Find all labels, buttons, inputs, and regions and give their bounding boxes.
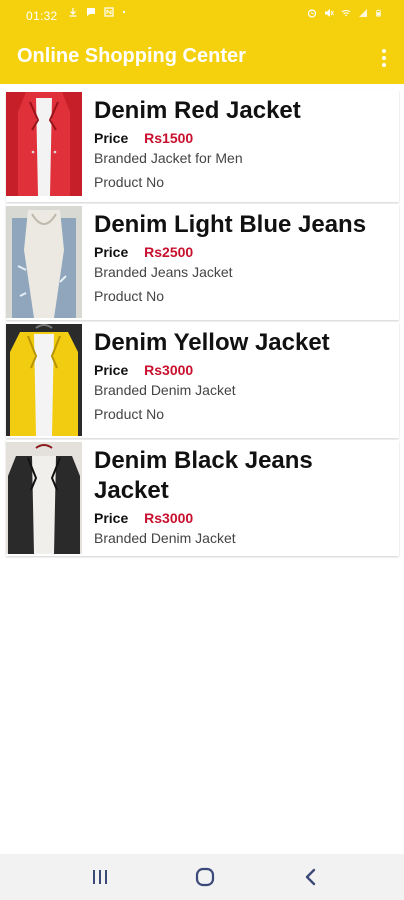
price-line: Price Rs2500	[94, 244, 391, 260]
price-label: Price	[94, 510, 129, 526]
product-number: Product No	[94, 406, 165, 422]
message-icon	[87, 8, 95, 16]
product-card[interactable]: Denim Red Jacket Price Rs1500 Branded Ja…	[6, 90, 399, 202]
home-icon[interactable]	[193, 866, 217, 888]
alarm-icon	[307, 9, 317, 18]
price-label: Price	[94, 362, 129, 378]
product-number: Product No	[94, 174, 165, 190]
price-value: Rs3000	[144, 510, 194, 526]
product-card[interactable]: Denim Yellow Jacket Price Rs3000 Branded…	[6, 322, 399, 438]
product-image	[6, 92, 82, 196]
product-info: Denim Red Jacket Price Rs1500 Branded Ja…	[94, 96, 391, 190]
product-name: Denim Yellow Jacket	[94, 329, 330, 356]
price-label: Price	[94, 244, 129, 260]
product-description: Branded Denim Jacket	[94, 530, 236, 546]
price-value: Rs3000	[144, 362, 194, 378]
product-image	[6, 206, 82, 318]
product-image	[6, 324, 82, 436]
dot-icon	[122, 10, 126, 14]
product-name: Denim Red Jacket	[94, 97, 301, 124]
product-name: Denim Black Jeans Jacket	[94, 447, 313, 504]
system-navigation-bar	[0, 854, 404, 900]
status-bar: 01:32	[0, 0, 404, 32]
recent-apps-icon[interactable]	[88, 866, 112, 888]
price-value: Rs2500	[144, 244, 194, 260]
product-number: Product No	[94, 288, 165, 304]
product-description: Branded Jeans Jacket	[94, 264, 233, 280]
product-name: Denim Light Blue Jeans	[94, 211, 367, 238]
product-list: Denim Red Jacket Price Rs1500 Branded Ja…	[6, 90, 399, 558]
nfc-icon	[104, 7, 114, 17]
mute-icon	[325, 9, 334, 17]
status-right-icons	[307, 8, 382, 18]
signal-icon	[359, 9, 367, 17]
price-label: Price	[94, 130, 129, 146]
product-info: Denim Yellow Jacket Price Rs3000 Branded…	[94, 328, 391, 422]
product-description: Branded Jacket for Men	[94, 150, 243, 166]
status-left-icons	[68, 7, 127, 17]
product-image	[6, 442, 82, 554]
app-title: Online Shopping Center	[17, 45, 246, 67]
product-info: Denim Light Blue Jeans Price Rs2500 Bran…	[94, 210, 391, 304]
product-info: Denim Black Jeans Jacket Price Rs3000 Br…	[94, 446, 391, 546]
back-icon[interactable]	[299, 866, 323, 888]
product-card[interactable]: Denim Black Jeans Jacket Price Rs3000 Br…	[6, 440, 399, 556]
wifi-icon	[341, 10, 351, 16]
price-line: Price Rs3000	[94, 510, 391, 526]
battery-icon	[376, 9, 381, 17]
app-bar: Online Shopping Center	[0, 32, 404, 84]
product-description: Branded Denim Jacket	[94, 382, 236, 398]
status-time: 01:32	[26, 9, 58, 23]
price-line: Price Rs1500	[94, 130, 391, 146]
product-card[interactable]: Denim Light Blue Jeans Price Rs2500 Bran…	[6, 204, 399, 320]
price-value: Rs1500	[144, 130, 194, 146]
overflow-menu-icon[interactable]	[378, 44, 390, 72]
download-icon	[69, 8, 77, 17]
price-line: Price Rs3000	[94, 362, 391, 378]
